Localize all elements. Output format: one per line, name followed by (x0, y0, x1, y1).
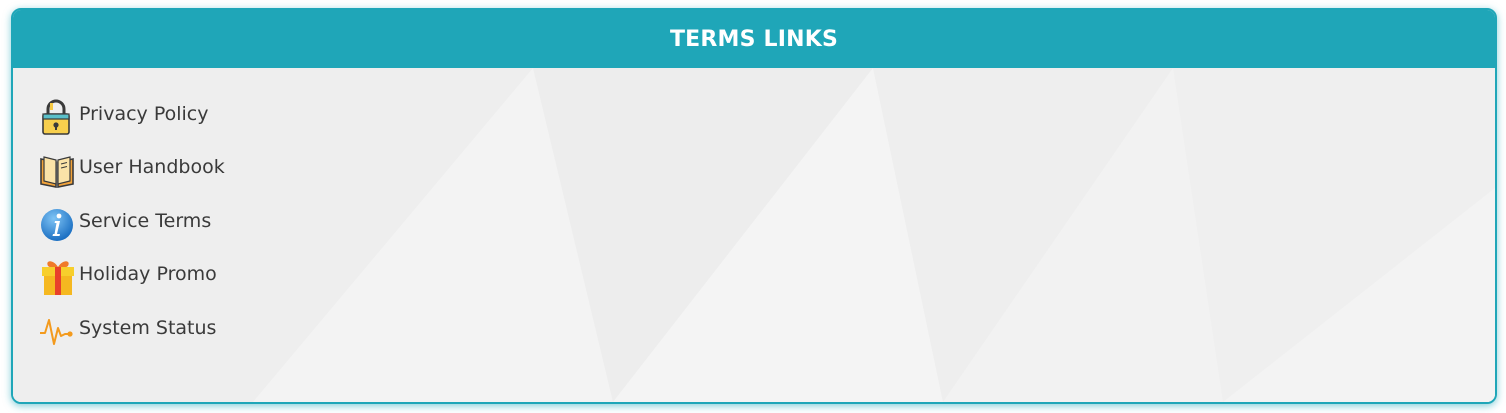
link-system-status[interactable]: System Status (39, 304, 225, 358)
link-label: User Handbook (79, 156, 225, 179)
link-label: System Status (79, 316, 217, 339)
pulse-icon (39, 311, 77, 351)
link-service-terms[interactable]: Service Terms (39, 197, 225, 251)
panel-header: TERMS LINKS (13, 10, 1495, 68)
lock-icon (39, 97, 77, 137)
link-label: Holiday Promo (79, 263, 217, 286)
terms-link-list: Privacy Policy User Handbook Service Ter… (39, 90, 225, 358)
panel-title: TERMS LINKS (669, 26, 839, 52)
link-label: Service Terms (79, 209, 212, 232)
link-privacy-policy[interactable]: Privacy Policy (39, 90, 225, 144)
info-icon (39, 204, 77, 244)
link-holiday-promo[interactable]: Holiday Promo (39, 251, 225, 305)
link-label: Privacy Policy (79, 102, 209, 125)
gift-icon (39, 257, 77, 297)
background-pattern (13, 68, 1495, 402)
link-user-handbook[interactable]: User Handbook (39, 144, 225, 198)
panel-body: Privacy Policy User Handbook Service Ter… (13, 68, 1495, 402)
book-icon (39, 150, 77, 190)
terms-links-panel: TERMS LINKS Privacy Policy User Handbook… (11, 8, 1497, 404)
